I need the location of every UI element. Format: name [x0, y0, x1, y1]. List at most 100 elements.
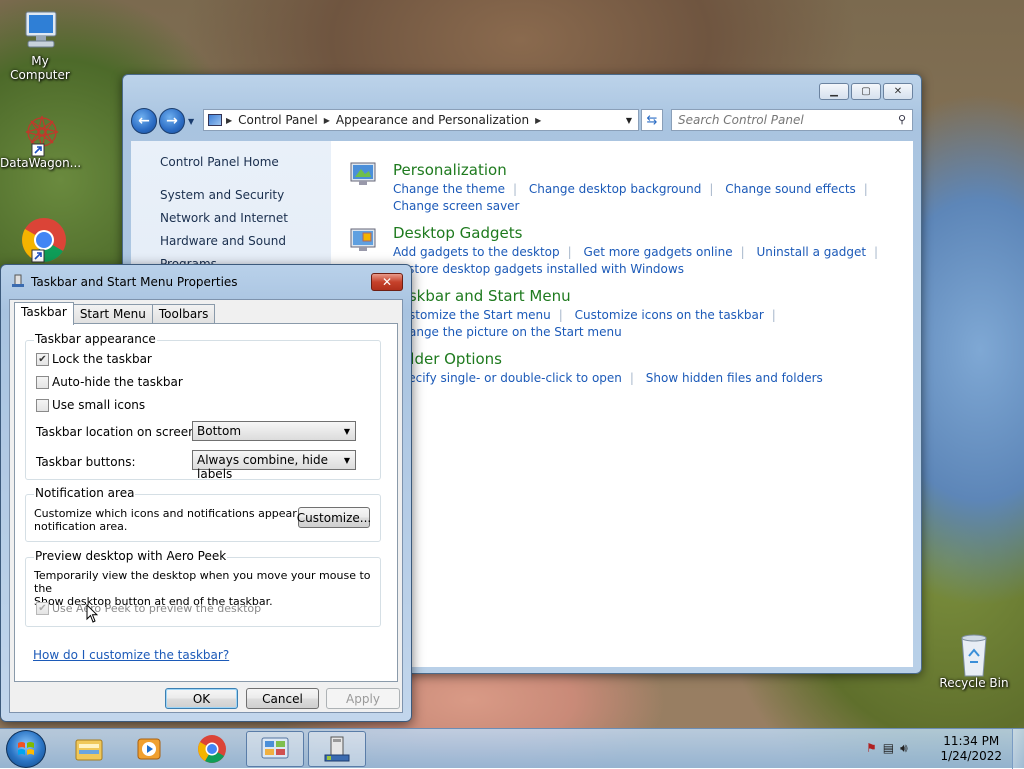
- windows-logo-icon: [18, 742, 34, 755]
- checkbox-label: Use Aero Peek to preview the desktop: [52, 602, 262, 615]
- help-link[interactable]: How do I customize the taskbar?: [33, 648, 229, 662]
- select-value: Always combine, hide labels: [197, 453, 329, 481]
- minimize-icon: ▁: [830, 86, 838, 97]
- taskbar-location-label: Taskbar location on screen:: [36, 425, 200, 439]
- taskbar-chrome[interactable]: [183, 731, 241, 767]
- network-icon[interactable]: ▤: [883, 741, 894, 756]
- back-arrow-icon: ←: [138, 113, 150, 129]
- link-get-more-gadgets[interactable]: Get more gadgets online: [584, 245, 733, 259]
- category-personalization: Personalization Change the theme | Change…: [393, 161, 876, 215]
- forward-button[interactable]: →: [159, 108, 185, 134]
- checkbox-checked-disabled-icon: ✔: [36, 602, 49, 615]
- back-button[interactable]: ←: [131, 108, 157, 134]
- ok-button[interactable]: OK: [165, 688, 238, 709]
- category-folder-options: Folder Options Specify single- or double…: [393, 350, 831, 387]
- category-title[interactable]: Taskbar and Start Menu: [393, 287, 784, 305]
- link-uninstall-gadget[interactable]: Uninstall a gadget: [756, 245, 866, 259]
- small-icons-checkbox[interactable]: Use small icons: [36, 398, 145, 412]
- taskbar-buttons-select[interactable]: Always combine, hide labels ▼: [192, 450, 356, 481]
- navigation-bar: ← → ▼ ▶ Control Panel ▶ Appearance and P…: [131, 107, 913, 135]
- link-add-gadgets[interactable]: Add gadgets to the desktop: [393, 245, 560, 259]
- recycle-bin-icon: [952, 630, 996, 677]
- address-bar[interactable]: ▶ Control Panel ▶ Appearance and Persona…: [203, 109, 639, 131]
- link-single-double-click[interactable]: Specify single- or double-click to open: [393, 371, 622, 385]
- address-dropdown-icon[interactable]: ▼: [626, 116, 632, 125]
- volume-icon[interactable]: 🔊︎: [900, 741, 908, 756]
- desktop-icon-datawagon[interactable]: DataWagon...: [0, 110, 81, 170]
- category-desktop-gadgets: Desktop Gadgets Add gadgets to the deskt…: [393, 224, 886, 278]
- taskbar-properties-window[interactable]: [308, 731, 366, 767]
- link-change-screen-saver[interactable]: Change screen saver: [393, 199, 520, 213]
- link-show-hidden-files[interactable]: Show hidden files and folders: [646, 371, 823, 385]
- cancel-button[interactable]: Cancel: [246, 688, 319, 709]
- dialog-body: Taskbar Start Menu Toolbars Taskbar appe…: [9, 299, 403, 713]
- desktop-icon-my-computer[interactable]: My Computer: [0, 8, 80, 82]
- apply-button[interactable]: Apply: [326, 688, 400, 709]
- notification-text-line1: Customize which icons and notifications …: [34, 507, 332, 520]
- breadcrumb-separator-icon[interactable]: ▶: [535, 116, 541, 125]
- notification-tray: ⚑ ▤ 🔊︎: [866, 741, 908, 756]
- desktop-icon-recycle-bin[interactable]: Recycle Bin: [934, 630, 1014, 690]
- link-change-start-menu-picture[interactable]: Change the picture on the Start menu: [393, 325, 622, 339]
- link-separator: |: [740, 245, 745, 259]
- taskbar-tab-page: Taskbar appearance ✔ Lock the taskbar Au…: [14, 323, 398, 682]
- link-separator: |: [567, 245, 572, 259]
- category-title[interactable]: Personalization: [393, 161, 876, 179]
- nav-control-panel-home[interactable]: Control Panel Home: [160, 155, 279, 169]
- checkbox-unchecked-icon: [36, 375, 49, 389]
- checkbox-unchecked-icon: [36, 398, 49, 412]
- close-button[interactable]: ✕: [883, 83, 913, 100]
- notification-description: Customize which icons and notifications …: [34, 507, 332, 533]
- nav-network-internet[interactable]: Network and Internet: [160, 211, 288, 225]
- taskbar: ⚑ ▤ 🔊︎ 11:34 PM 1/24/2022: [0, 728, 1024, 769]
- checkbox-checked-icon: ✔: [36, 352, 49, 366]
- clock-date: 1/24/2022: [940, 749, 1002, 763]
- breadcrumb-appearance[interactable]: Appearance and Personalization: [336, 113, 529, 127]
- search-icon[interactable]: ⚲: [898, 113, 906, 126]
- show-desktop-button[interactable]: [1012, 729, 1024, 769]
- desktop-gadgets-icon: [349, 225, 379, 255]
- taskbar-buttons-label: Taskbar buttons:: [36, 455, 136, 469]
- dialog-close-button[interactable]: ✕: [371, 273, 403, 291]
- breadcrumb-control-panel[interactable]: Control Panel: [238, 113, 318, 127]
- system-clock[interactable]: 11:34 PM 1/24/2022: [940, 734, 1002, 764]
- link-change-desktop-background[interactable]: Change desktop background: [529, 182, 701, 196]
- autohide-taskbar-checkbox[interactable]: Auto-hide the taskbar: [36, 375, 183, 389]
- taskbar-properties-dialog[interactable]: Taskbar and Start Menu Properties ✕ Task…: [0, 264, 412, 722]
- group-title: Taskbar appearance: [34, 332, 157, 346]
- recent-pages-dropdown-icon[interactable]: ▼: [188, 117, 194, 126]
- breadcrumb-separator-icon[interactable]: ▶: [226, 116, 232, 125]
- start-button[interactable]: [6, 730, 46, 768]
- windows-explorer-icon: [75, 739, 103, 761]
- refresh-button[interactable]: ⇆: [641, 109, 663, 131]
- aero-peek-checkbox[interactable]: ✔ Use Aero Peek to preview the desktop: [36, 602, 261, 615]
- checkbox-label: Use small icons: [52, 398, 146, 412]
- nav-system-security[interactable]: System and Security: [160, 188, 284, 202]
- breadcrumb-separator-icon[interactable]: ▶: [324, 116, 330, 125]
- link-change-theme[interactable]: Change the theme: [393, 182, 505, 196]
- control-panel-icon: [261, 737, 289, 759]
- link-restore-gadgets[interactable]: Restore desktop gadgets installed with W…: [393, 262, 684, 276]
- maximize-button[interactable]: ▢: [851, 83, 881, 100]
- link-separator: |: [709, 182, 714, 196]
- nav-hardware-sound[interactable]: Hardware and Sound: [160, 234, 286, 248]
- action-center-flag-icon[interactable]: ⚑: [866, 741, 877, 756]
- desktop-icon-chrome[interactable]: [0, 216, 80, 263]
- link-customize-start-menu[interactable]: Customize the Start menu: [393, 308, 551, 322]
- lock-taskbar-checkbox[interactable]: ✔ Lock the taskbar: [36, 352, 152, 366]
- search-input[interactable]: Search Control Panel ⚲: [671, 109, 913, 131]
- link-separator: |: [874, 245, 879, 259]
- link-change-sound-effects[interactable]: Change sound effects: [725, 182, 856, 196]
- link-customize-taskbar-icons[interactable]: Customize icons on the taskbar: [575, 308, 764, 322]
- taskbar-media-player[interactable]: [120, 731, 178, 767]
- tab-taskbar[interactable]: Taskbar: [14, 302, 74, 325]
- taskbar-explorer[interactable]: [60, 731, 118, 767]
- taskbar-control-panel[interactable]: [246, 731, 304, 767]
- category-title[interactable]: Folder Options: [393, 350, 831, 368]
- tab-toolbars[interactable]: Toolbars: [151, 304, 216, 324]
- category-title[interactable]: Desktop Gadgets: [393, 224, 886, 242]
- customize-button[interactable]: Customize...: [297, 507, 371, 528]
- tab-start-menu[interactable]: Start Menu: [72, 304, 153, 324]
- minimize-button[interactable]: ▁: [819, 83, 849, 100]
- taskbar-location-select[interactable]: Bottom ▼: [192, 421, 356, 441]
